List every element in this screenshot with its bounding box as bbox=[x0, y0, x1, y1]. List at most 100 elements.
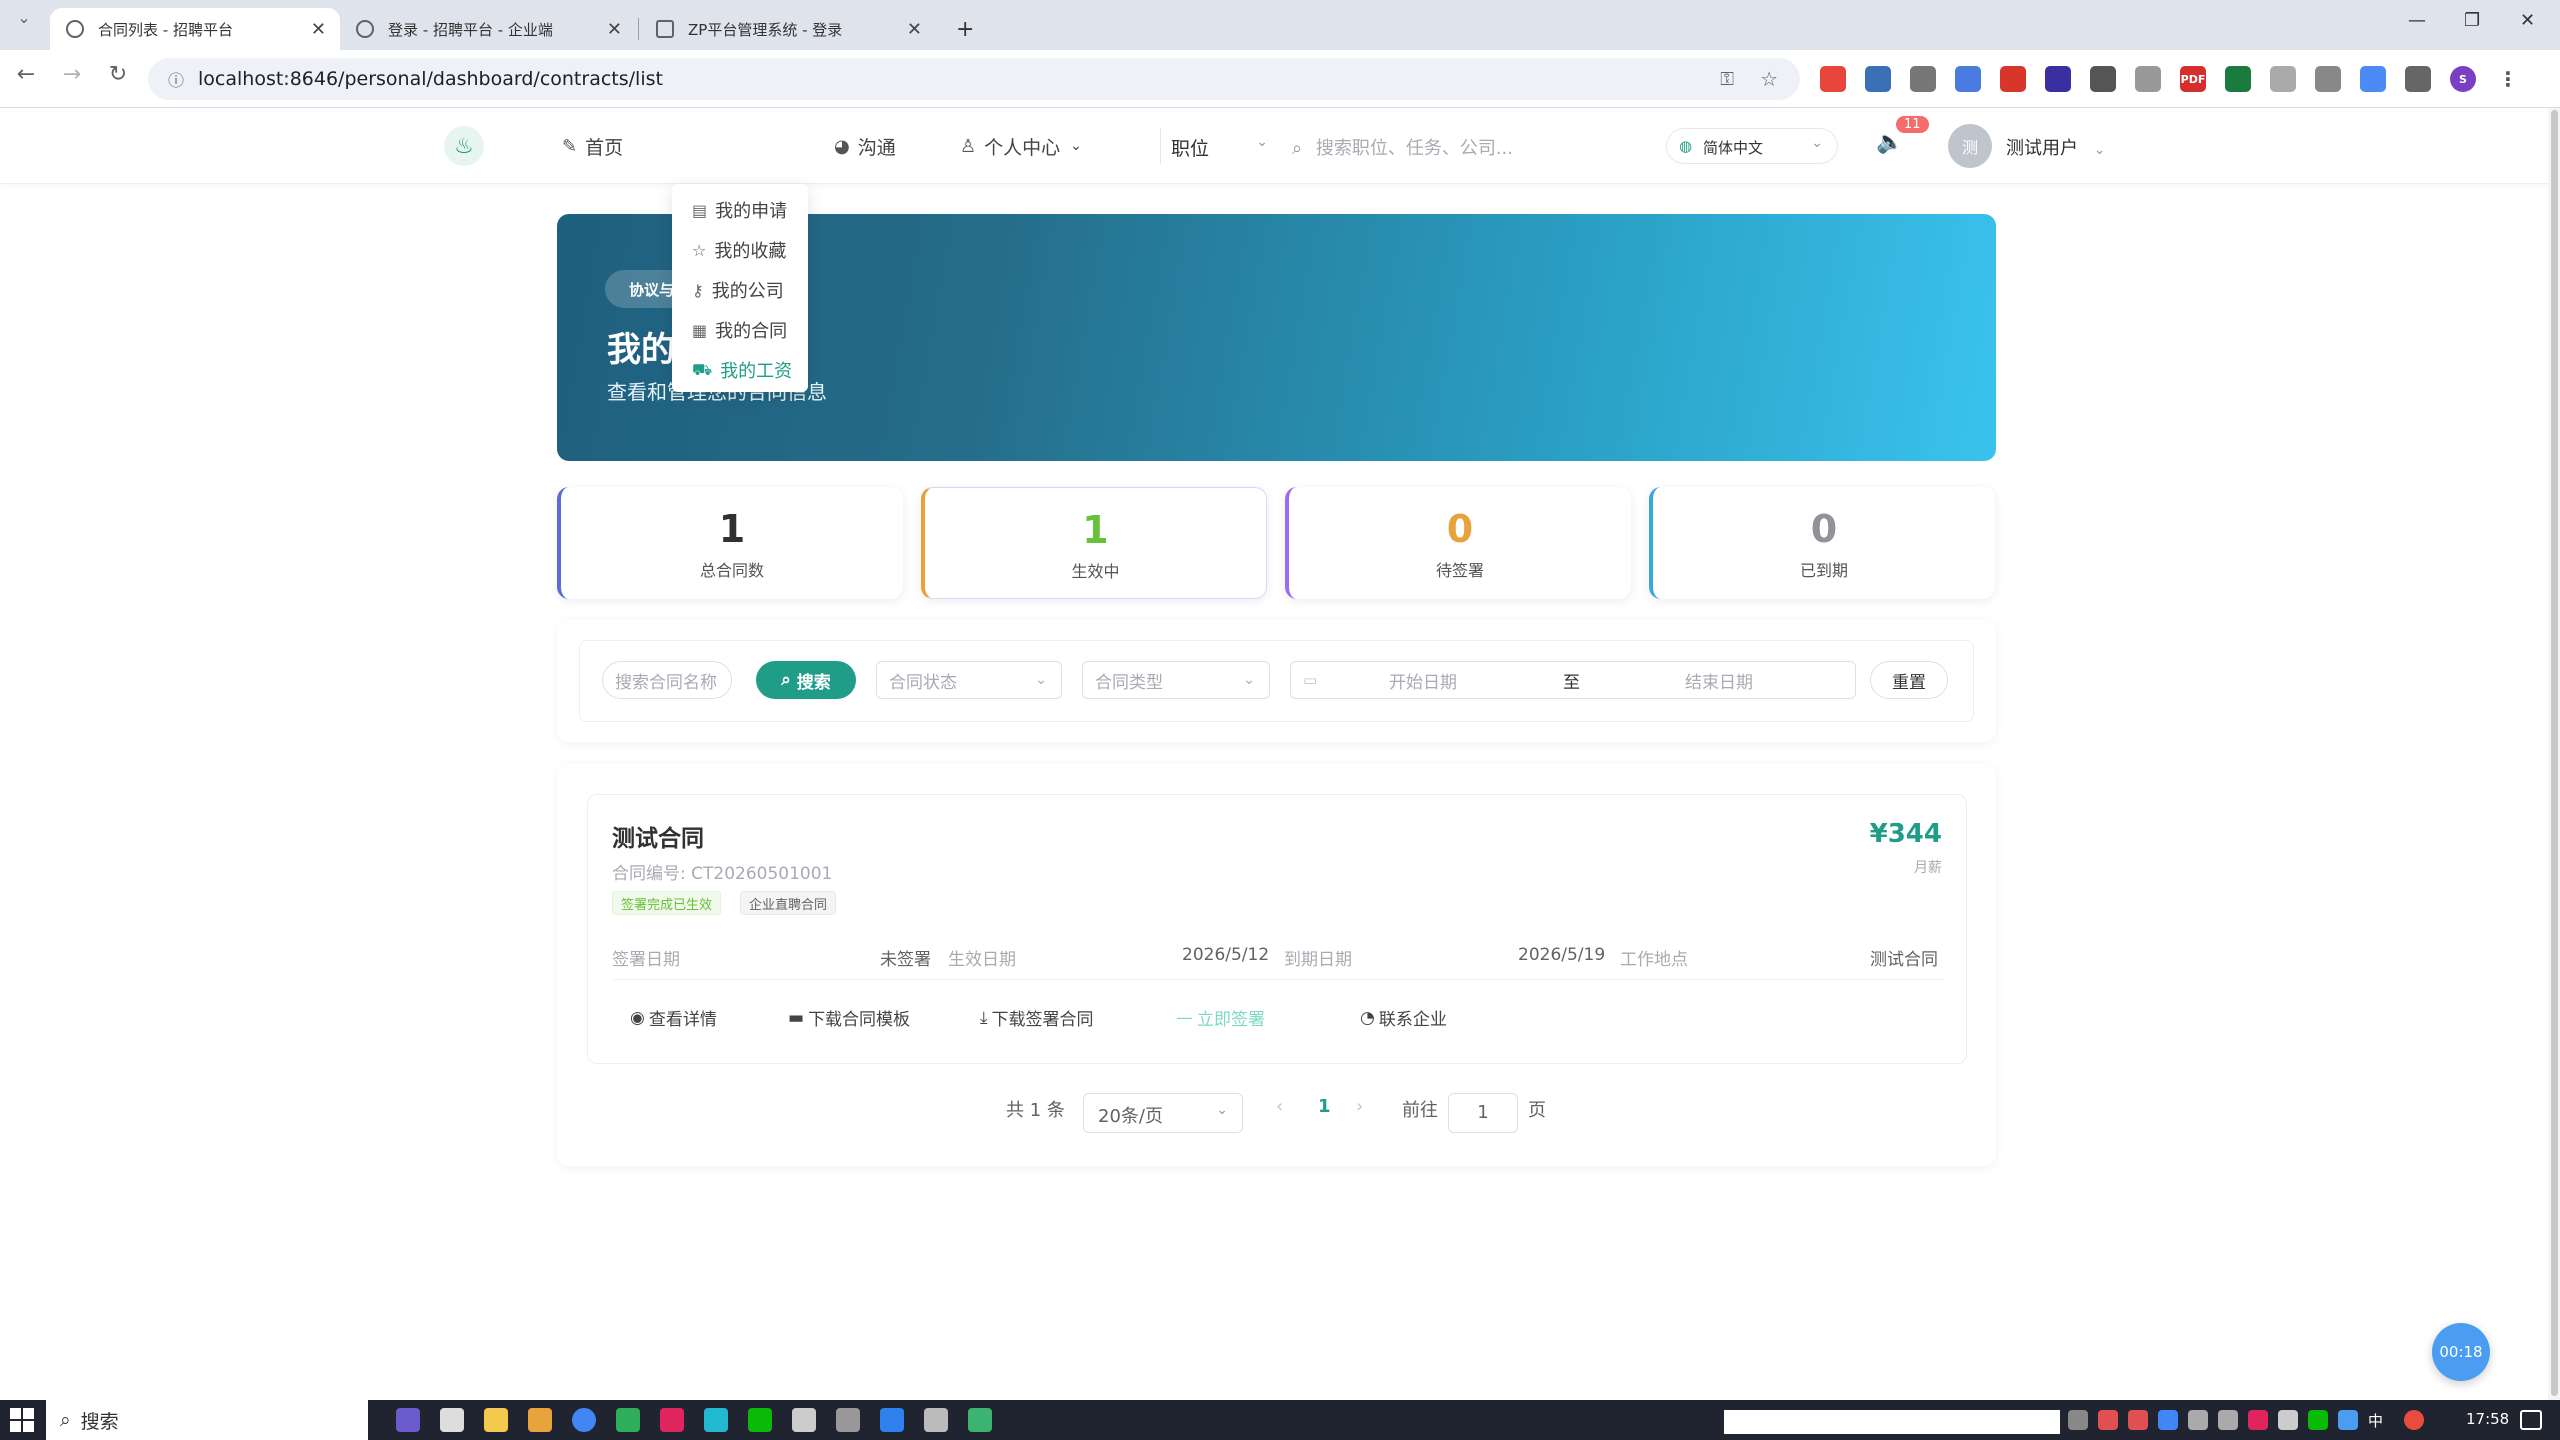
clock[interactable]: 17:58 bbox=[2466, 1410, 2509, 1428]
reset-button[interactable]: 重置 bbox=[1870, 661, 1948, 699]
app-icon[interactable] bbox=[704, 1408, 728, 1432]
platform-logo[interactable]: ♨ bbox=[444, 126, 484, 166]
floating-timer-button[interactable]: 00:18 bbox=[2432, 1323, 2490, 1381]
avatar[interactable]: 测 bbox=[1948, 124, 1992, 168]
camera-extension-icon[interactable] bbox=[2315, 66, 2341, 92]
pdf-extension-icon[interactable]: PDF bbox=[2180, 66, 2206, 92]
reload-icon[interactable]: ↻ bbox=[102, 62, 134, 87]
menu-item-my-salary[interactable]: ⛟ 我的工资 bbox=[672, 350, 808, 390]
extension-icon[interactable] bbox=[1910, 66, 1936, 92]
tab-search-chevron-icon[interactable]: ⌄ bbox=[8, 8, 40, 27]
page-number-current[interactable]: 1 bbox=[1318, 1096, 1331, 1117]
tray-icon[interactable] bbox=[2338, 1410, 2358, 1430]
menu-item-my-applications[interactable]: ▤ 我的申请 bbox=[672, 190, 808, 230]
contract-type-select[interactable]: 合同类型 ⌄ bbox=[1082, 661, 1270, 699]
taskbar-toolbar-input[interactable] bbox=[1724, 1410, 2060, 1434]
tray-icon[interactable] bbox=[2098, 1410, 2118, 1430]
nav-personal[interactable]: ♙ 个人中心 ⌄ bbox=[946, 126, 1096, 166]
app-icon[interactable] bbox=[660, 1408, 684, 1432]
extension-icon[interactable] bbox=[1865, 66, 1891, 92]
username[interactable]: 测试用户 ⌄ bbox=[2006, 134, 2105, 160]
bookmark-star-icon[interactable]: ☆ bbox=[1760, 67, 1778, 91]
menu-item-my-favorites[interactable]: ☆ 我的收藏 bbox=[672, 230, 808, 270]
browser-tab-contracts[interactable]: 合同列表 - 招聘平台 ✕ bbox=[50, 8, 340, 50]
extension-icon[interactable] bbox=[1820, 66, 1846, 92]
new-tab-button[interactable]: + bbox=[940, 8, 990, 50]
tray-icon[interactable] bbox=[2218, 1410, 2238, 1430]
extension-icon[interactable] bbox=[2135, 66, 2161, 92]
settings-icon[interactable] bbox=[440, 1408, 464, 1432]
tray-icon[interactable] bbox=[2158, 1410, 2178, 1430]
extension-icon[interactable] bbox=[2270, 66, 2296, 92]
view-details-button[interactable]: ◉ 查看详情 bbox=[630, 1005, 717, 1031]
app-icon[interactable] bbox=[528, 1408, 552, 1432]
site-info-icon[interactable]: ⓘ bbox=[168, 67, 184, 91]
browser-tab-admin-login[interactable]: ZP平台管理系统 - 登录 ✕ bbox=[640, 8, 936, 50]
language-select[interactable]: ◍ 简体中文 ⌄ bbox=[1666, 128, 1838, 164]
address-bar[interactable]: ⓘ localhost:8646/personal/dashboard/cont… bbox=[148, 58, 1800, 100]
password-key-icon[interactable]: ⚿ bbox=[1720, 69, 1734, 90]
contract-name-search-input[interactable]: 搜索合同名称 bbox=[602, 661, 732, 699]
menu-item-my-company[interactable]: ⚷ 我的公司 bbox=[672, 270, 808, 310]
extension-icon[interactable] bbox=[2000, 66, 2026, 92]
extensions-puzzle-icon[interactable] bbox=[2405, 66, 2431, 92]
tray-icon[interactable] bbox=[2308, 1410, 2328, 1430]
extension-icon[interactable] bbox=[2225, 66, 2251, 92]
windows-start-icon[interactable] bbox=[10, 1408, 34, 1432]
chrome-icon[interactable] bbox=[572, 1408, 596, 1432]
close-tab-icon[interactable]: ✕ bbox=[311, 19, 326, 40]
contract-status-select[interactable]: 合同状态 ⌄ bbox=[876, 661, 1062, 699]
tray-icon[interactable] bbox=[2068, 1410, 2088, 1430]
translate-extension-icon[interactable] bbox=[1955, 66, 1981, 92]
sign-now-button[interactable]: — 立即签署 bbox=[1176, 1005, 1265, 1031]
wechat-icon[interactable] bbox=[748, 1408, 772, 1432]
tray-icon[interactable] bbox=[2188, 1410, 2208, 1430]
extension-icon[interactable] bbox=[2090, 66, 2116, 92]
forward-icon[interactable]: → bbox=[56, 62, 88, 87]
search-button[interactable]: ⌕ 搜索 bbox=[756, 661, 856, 699]
profile-avatar-icon[interactable]: S bbox=[2450, 66, 2476, 92]
volume-icon[interactable] bbox=[2278, 1410, 2298, 1430]
goto-page-input[interactable]: 1 bbox=[1448, 1093, 1518, 1133]
app-icon[interactable] bbox=[616, 1408, 640, 1432]
tray-icon[interactable] bbox=[2128, 1410, 2148, 1430]
tray-icon[interactable] bbox=[2248, 1410, 2268, 1430]
folder-icon[interactable] bbox=[484, 1408, 508, 1432]
menu-item-my-contracts[interactable]: ▦ 我的合同 bbox=[672, 310, 808, 350]
job-search-input[interactable]: ⌕ 搜索职位、任务、公司... bbox=[1282, 128, 1632, 164]
contact-company-button[interactable]: ◔ 联系企业 bbox=[1360, 1005, 1447, 1031]
notification-speaker-icon[interactable]: 🔈 bbox=[1876, 130, 1903, 155]
app-icon[interactable] bbox=[396, 1408, 420, 1432]
taskbar-search[interactable]: ⌕ 搜索 bbox=[46, 1400, 368, 1440]
nav-home[interactable]: ✎ 首页 bbox=[548, 126, 637, 166]
app-icon[interactable] bbox=[836, 1408, 860, 1432]
page-size-select[interactable]: 20条/页 ⌄ bbox=[1083, 1093, 1243, 1133]
extension-icon[interactable] bbox=[2045, 66, 2071, 92]
extension-icon[interactable] bbox=[2360, 66, 2386, 92]
restore-icon[interactable]: ❐ bbox=[2464, 10, 2480, 31]
stat-label: 总合同数 bbox=[699, 561, 764, 580]
scrollbar-thumb[interactable] bbox=[2551, 110, 2558, 1396]
position-type-select[interactable]: 职位 ⌄ bbox=[1160, 128, 1280, 164]
prev-page-icon[interactable]: ‹ bbox=[1276, 1096, 1283, 1117]
date-range-picker[interactable]: ▭ 开始日期 至 结束日期 bbox=[1290, 661, 1856, 699]
browser-menu-icon[interactable]: ⋮ bbox=[2495, 66, 2521, 92]
minimize-icon[interactable]: — bbox=[2408, 10, 2426, 31]
download-template-button[interactable]: ▬ 下载合同模板 bbox=[788, 1005, 910, 1031]
app-icon[interactable] bbox=[792, 1408, 816, 1432]
close-tab-icon[interactable]: ✕ bbox=[907, 19, 922, 40]
tray-icon[interactable] bbox=[2404, 1410, 2424, 1430]
window-close-icon[interactable]: ✕ bbox=[2520, 10, 2535, 31]
app-icon[interactable] bbox=[924, 1408, 948, 1432]
nav-chat[interactable]: ◕ 沟通 bbox=[820, 126, 910, 166]
browser-tab-login-enterprise[interactable]: 登录 - 招聘平台 - 企业端 ✕ bbox=[340, 8, 636, 50]
download-signed-button[interactable]: ⤓ 下载签署合同 bbox=[980, 1005, 1094, 1031]
notification-center-icon[interactable] bbox=[2520, 1410, 2542, 1430]
contract-card[interactable]: 测试合同 合同编号: CT20260501001 签署完成已生效 企业直聘合同 … bbox=[587, 794, 1967, 1064]
next-page-icon[interactable]: › bbox=[1356, 1096, 1363, 1117]
close-tab-icon[interactable]: ✕ bbox=[607, 19, 622, 40]
app-icon[interactable] bbox=[968, 1408, 992, 1432]
back-icon[interactable]: ← bbox=[10, 62, 42, 87]
app-icon[interactable] bbox=[880, 1408, 904, 1432]
ime-indicator[interactable]: 中 bbox=[2368, 1410, 2383, 1431]
